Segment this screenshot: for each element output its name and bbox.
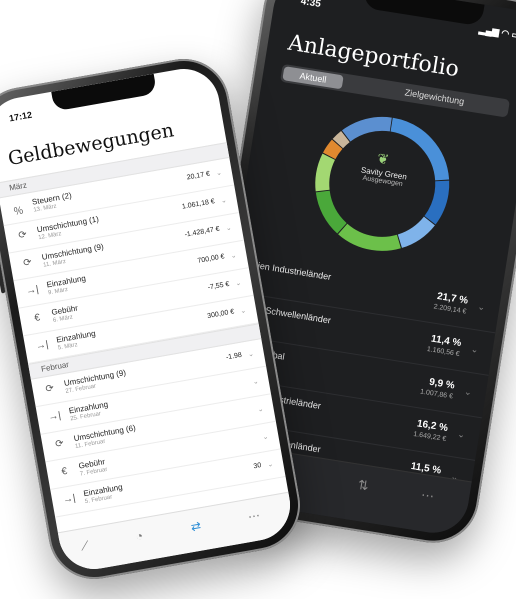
- chevron-down-icon: ⌄: [252, 378, 260, 387]
- transaction-amount: 30: [253, 462, 262, 471]
- transfer-icon[interactable]: ⇅: [357, 477, 370, 495]
- transaction-type-icon: →|: [62, 492, 77, 506]
- transactions-list: März ％ Steuern (2) 13. März 20,17 € ⌄ ⟳ Umschic…: [0, 142, 286, 518]
- chevron-down-icon: ⌄: [476, 301, 486, 313]
- transaction-type-icon: ⟳: [44, 382, 55, 396]
- chevron-down-icon: ⌄: [225, 224, 233, 233]
- transaction-type-icon: →|: [34, 339, 50, 353]
- chevron-down-icon: ⌄: [266, 460, 274, 469]
- chevron-down-icon: ⌄: [262, 433, 270, 442]
- chevron-down-icon: ⌄: [257, 405, 265, 414]
- tab-current[interactable]: Aktuell: [282, 66, 344, 90]
- chart-line-icon[interactable]: ⟋: [79, 538, 90, 554]
- transaction-type-icon: ⟳: [54, 438, 65, 451]
- transaction-amount: -1.98: [225, 351, 243, 362]
- more-icon[interactable]: ⋯: [247, 508, 261, 524]
- transaction-type-icon: €: [60, 465, 69, 478]
- notch: [51, 73, 158, 112]
- transaction-type-icon: €: [33, 312, 42, 325]
- chevron-down-icon: ⌄: [456, 428, 466, 440]
- chevron-down-icon: ⌄: [220, 197, 228, 205]
- transaction-type-icon: →|: [47, 410, 62, 424]
- transaction-type-icon: ％: [12, 205, 25, 219]
- volume-down-button: [0, 253, 6, 294]
- pie-chart-icon[interactable]: ◔: [135, 529, 145, 544]
- transfer-icon[interactable]: ⇄: [190, 519, 202, 535]
- transaction-amount: -7,55 €: [207, 280, 230, 292]
- chevron-down-icon: ⌄: [230, 252, 238, 261]
- chevron-down-icon: ⌄: [215, 169, 223, 178]
- transaction-amount: 1.061,18 €: [181, 198, 216, 211]
- transaction-type-icon: ⟳: [17, 229, 28, 242]
- signal-battery-icon: ▂▄▆ ◠ ▭: [478, 24, 516, 41]
- transaction-amount: -1.428,47 €: [184, 225, 221, 239]
- transaction-amount: 20,17 €: [186, 170, 211, 182]
- transaction-amount: 700,00 €: [197, 253, 226, 265]
- status-time: 17:12: [8, 109, 33, 124]
- transaction-type-icon: ⟳: [22, 256, 33, 270]
- more-icon[interactable]: ⋯: [420, 487, 435, 505]
- chevron-down-icon: ⌄: [239, 307, 247, 316]
- transaction-amount: 300,00 €: [206, 308, 235, 321]
- chevron-down-icon: ⌄: [247, 350, 255, 359]
- status-time: 4:35: [299, 0, 322, 10]
- chevron-down-icon: ⌄: [234, 279, 242, 288]
- transaction-type-icon: →|: [25, 284, 40, 298]
- chevron-down-icon: ⌄: [470, 343, 480, 355]
- chevron-down-icon: ⌄: [463, 386, 473, 398]
